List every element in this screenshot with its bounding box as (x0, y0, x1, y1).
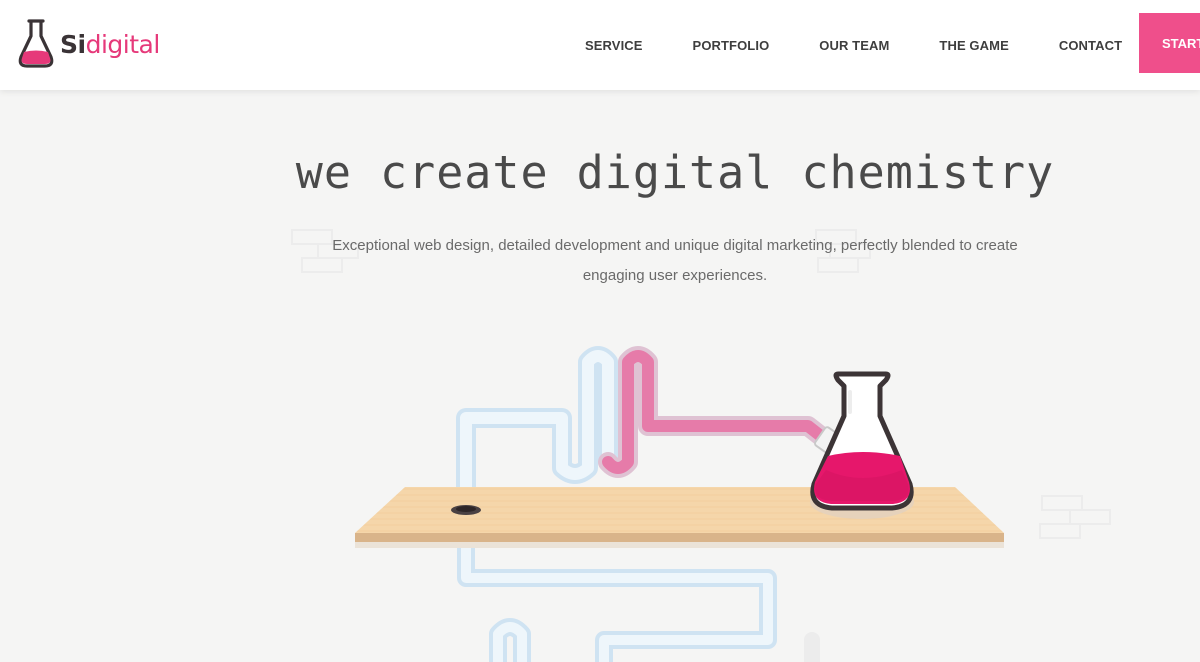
flask-logo-icon (18, 19, 54, 68)
logo-text-si: Si (60, 29, 86, 59)
drain-hole-icon (451, 505, 481, 515)
logo-wordmark: Sidigital (60, 32, 160, 57)
nav-service[interactable]: SERVICE (578, 38, 650, 53)
nav-contact[interactable]: CONTACT (1052, 38, 1129, 53)
page: Sidigital SERVICE PORTFOLIO OUR TEAM THE… (0, 0, 1200, 662)
hero-illustration (291, 229, 1111, 662)
logo[interactable]: Sidigital (18, 18, 160, 70)
nav-portfolio[interactable]: PORTFOLIO (686, 38, 777, 53)
start-button[interactable]: START (1139, 13, 1200, 73)
site-header: Sidigital SERVICE PORTFOLIO OUR TEAM THE… (0, 0, 1200, 90)
logo-text-digital: digital (85, 29, 161, 59)
nav-our-team[interactable]: OUR TEAM (812, 38, 896, 53)
hero-title: we create digital chemistry (295, 146, 1055, 199)
nav-the-game[interactable]: THE GAME (932, 38, 1015, 53)
hero-subtitle: Exceptional web design, detailed develop… (332, 237, 1018, 284)
main-nav: SERVICE PORTFOLIO OUR TEAM THE GAME CONT… (560, 0, 1147, 90)
lower-tube-icon (457, 531, 820, 662)
tube-icon (456, 346, 846, 520)
